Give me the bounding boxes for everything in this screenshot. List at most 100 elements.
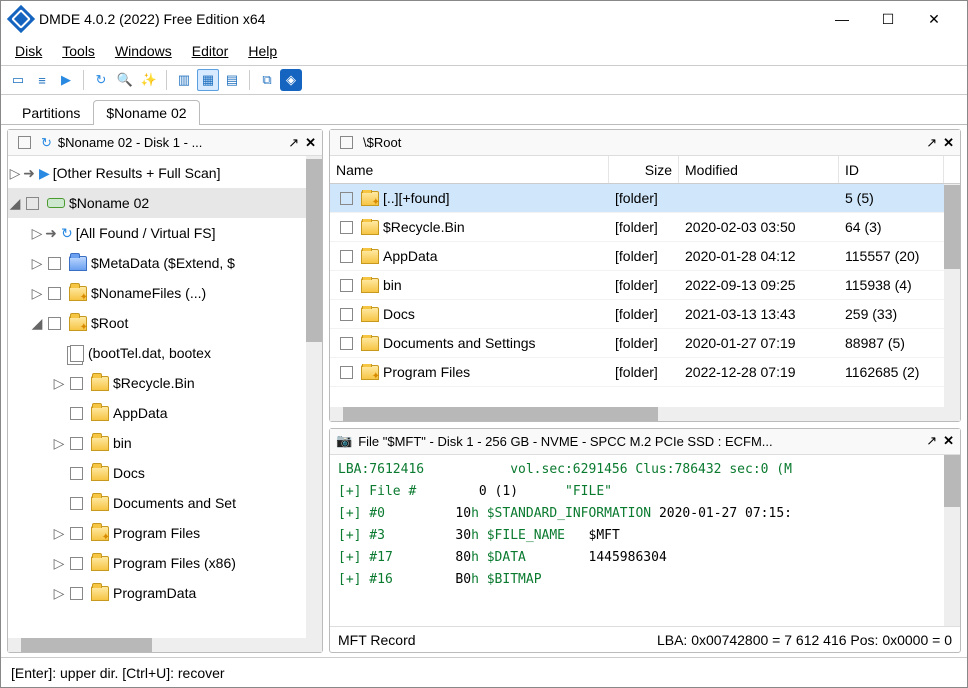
expander-icon[interactable]: ◢ [30, 315, 44, 332]
expand-icon[interactable]: ↗ [288, 135, 299, 151]
folder-icon [361, 307, 379, 322]
minimize-button[interactable]: — [819, 4, 865, 34]
expander-icon[interactable]: ▷ [52, 435, 66, 452]
tree-item[interactable]: [All Found / Virtual FS] [76, 225, 216, 241]
folder-icon [361, 191, 379, 206]
tree-item[interactable]: (bootTel.dat, bootex [88, 345, 211, 361]
tab-partitions[interactable]: Partitions [9, 100, 93, 125]
checkbox[interactable] [340, 221, 353, 234]
tree-item[interactable]: $Root [91, 315, 128, 331]
checkbox[interactable] [340, 192, 353, 205]
tree-item[interactable]: $NonameFiles (...) [91, 285, 206, 301]
tree-checkbox[interactable] [18, 136, 31, 149]
checkbox[interactable] [48, 257, 61, 270]
tool-columns-icon[interactable]: ⧉ [256, 69, 278, 91]
maximize-button[interactable]: ☐ [865, 4, 911, 34]
filelist-checkbox[interactable] [340, 136, 353, 149]
tool-list-icon[interactable]: ≡ [31, 69, 53, 91]
checkbox[interactable] [340, 366, 353, 379]
col-modified[interactable]: Modified [679, 156, 839, 183]
expander-icon[interactable]: ▷ [30, 255, 44, 272]
tool-search-icon[interactable]: 🔍 [114, 69, 136, 91]
tree-item[interactable]: Program Files (x86) [113, 555, 236, 571]
refresh-icon[interactable]: ↻ [41, 135, 52, 151]
checkbox[interactable] [70, 587, 83, 600]
file-row[interactable]: AppData[folder]2020-01-28 04:12115557 (2… [330, 242, 944, 271]
expander-icon[interactable]: ▷ [30, 225, 44, 242]
mft-vscrollbar[interactable] [944, 455, 960, 626]
tree-item[interactable]: Program Files [113, 525, 200, 541]
checkbox[interactable] [70, 377, 83, 390]
tree-item[interactable]: AppData [113, 405, 167, 421]
tool-sparkle-icon[interactable]: ✨ [138, 69, 160, 91]
expander-icon[interactable]: ▷ [52, 555, 66, 572]
tree-item[interactable]: ProgramData [113, 585, 196, 601]
expand-icon[interactable]: ↗ [926, 433, 937, 449]
tree-item[interactable]: $MetaData ($Extend, $ [91, 255, 235, 271]
tool-view3-icon[interactable]: ▤ [221, 69, 243, 91]
tool-view2-icon[interactable]: ▦ [197, 69, 219, 91]
expand-icon[interactable]: ↗ [926, 135, 937, 151]
menu-disk[interactable]: Disk [15, 43, 42, 59]
checkbox[interactable] [70, 407, 83, 420]
checkbox[interactable] [340, 250, 353, 263]
tree-item[interactable]: $Recycle.Bin [113, 375, 195, 391]
col-name[interactable]: Name [330, 156, 609, 183]
grid-vscrollbar[interactable] [944, 184, 960, 407]
checkbox[interactable] [340, 337, 353, 350]
folder-icon [361, 278, 379, 293]
close-button[interactable]: ✕ [911, 4, 957, 34]
close-icon[interactable]: ✕ [305, 135, 316, 151]
expander-icon[interactable]: ▷ [30, 285, 44, 302]
checkbox[interactable] [70, 467, 83, 480]
file-row[interactable]: $Recycle.Bin[folder]2020-02-03 03:5064 (… [330, 213, 944, 242]
tree-item[interactable]: [Other Results + Full Scan] [53, 165, 221, 181]
tree-item[interactable]: Documents and Set [113, 495, 236, 511]
tool-device-icon[interactable]: ▭ [7, 69, 29, 91]
tree-hscrollbar[interactable] [8, 638, 322, 652]
tab-noname[interactable]: $Noname 02 [93, 100, 199, 125]
file-size: [folder] [609, 364, 679, 380]
tool-logo-icon[interactable]: ◈ [280, 69, 302, 91]
expander-icon[interactable]: ▷ [52, 525, 66, 542]
tool-play-icon[interactable]: ▶ [55, 69, 77, 91]
camera-icon[interactable]: 📷 [336, 433, 352, 449]
checkbox[interactable] [70, 557, 83, 570]
statusbar: [Enter]: upper dir. [Ctrl+U]: recover [1, 657, 967, 687]
checkbox[interactable] [340, 308, 353, 321]
menu-tools[interactable]: Tools [62, 43, 95, 59]
menu-windows[interactable]: Windows [115, 43, 172, 59]
tree-item[interactable]: bin [113, 435, 132, 451]
expander-icon[interactable]: ▷ [52, 585, 66, 602]
file-row[interactable]: bin[folder]2022-09-13 09:25115938 (4) [330, 271, 944, 300]
file-modified: 2022-09-13 09:25 [679, 277, 839, 293]
checkbox[interactable] [48, 287, 61, 300]
checkbox[interactable] [48, 317, 61, 330]
checkbox[interactable] [340, 279, 353, 292]
expander-icon[interactable]: ▷ [8, 165, 22, 182]
tool-refresh-icon[interactable]: ↻ [90, 69, 112, 91]
file-row[interactable]: Docs[folder]2021-03-13 13:43259 (33) [330, 300, 944, 329]
checkbox[interactable] [70, 527, 83, 540]
menu-help[interactable]: Help [248, 43, 277, 59]
file-row[interactable]: Program Files[folder]2022-12-28 07:19116… [330, 358, 944, 387]
tree-item[interactable]: Docs [113, 465, 145, 481]
file-grid: [..][+found][folder]5 (5)$Recycle.Bin[fo… [330, 184, 944, 407]
menu-editor[interactable]: Editor [192, 43, 229, 59]
tree-item[interactable]: $Noname 02 [69, 195, 149, 211]
expander-icon[interactable]: ▷ [52, 375, 66, 392]
grid-hscrollbar[interactable] [330, 407, 960, 421]
col-size[interactable]: Size [609, 156, 679, 183]
checkbox[interactable] [70, 437, 83, 450]
file-name: [..][+found] [383, 190, 450, 206]
close-icon[interactable]: ✕ [943, 135, 954, 151]
tree-vscrollbar[interactable] [306, 156, 322, 638]
close-icon[interactable]: ✕ [943, 433, 954, 449]
file-row[interactable]: [..][+found][folder]5 (5) [330, 184, 944, 213]
checkbox[interactable] [70, 497, 83, 510]
tool-view1-icon[interactable]: ▥ [173, 69, 195, 91]
checkbox[interactable] [26, 197, 39, 210]
file-row[interactable]: Documents and Settings[folder]2020-01-27… [330, 329, 944, 358]
col-id[interactable]: ID [839, 156, 944, 183]
expander-icon[interactable]: ◢ [8, 195, 22, 212]
